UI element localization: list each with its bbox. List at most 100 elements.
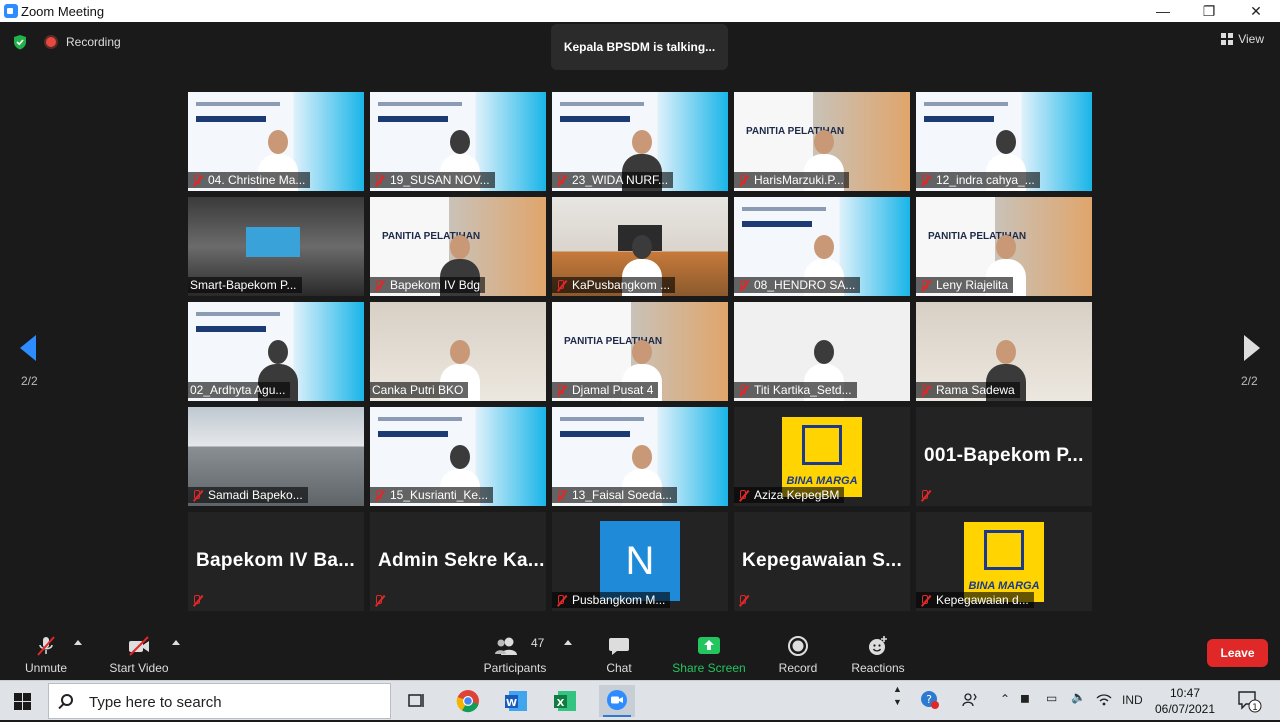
input-language[interactable]: IND <box>1122 693 1143 707</box>
show-hidden-icons-caret-icon[interactable]: ⌃ <box>1000 692 1010 706</box>
wifi-icon[interactable] <box>1096 693 1112 707</box>
participant-name-tag: Leny Riajelita <box>916 277 1014 293</box>
share-screen-label: Share Screen <box>672 661 746 675</box>
participant-tile[interactable]: 23_WIDA NURF... <box>552 92 728 191</box>
word-icon[interactable]: W <box>499 685 535 717</box>
task-view-icon[interactable] <box>398 685 434 717</box>
reactions-button[interactable]: Reactions <box>846 630 910 680</box>
participant-name: 08_HENDRO SA... <box>754 278 856 292</box>
participant-tile[interactable]: BINA MARGA Aziza KepegBM <box>734 407 910 506</box>
participant-name-tag: 19_SUSAN NOV... <box>370 172 495 188</box>
participant-tile[interactable]: N Pusbangkom M... <box>552 512 728 611</box>
video-options-caret-icon[interactable] <box>172 640 180 645</box>
close-icon[interactable]: ✕ <box>1233 0 1279 22</box>
chat-button[interactable]: Chat <box>594 630 644 680</box>
participant-tile[interactable]: Rama Sadewa <box>916 302 1092 401</box>
help-badge-icon[interactable]: ? <box>920 690 940 710</box>
meeting-controls-bar: Unmute Start Video 47 Participants Chat <box>0 630 1280 680</box>
participant-name: Bapekom IV Bdg <box>390 278 481 292</box>
participant-name-tag: HarisMarzuki.P... <box>734 172 849 188</box>
grid-view-icon <box>1221 33 1234 45</box>
participant-tile[interactable]: Canka Putri BKO <box>370 302 546 401</box>
participant-name: Kepegawaian d... <box>936 593 1029 607</box>
participant-name-tag: Pusbangkom M... <box>552 592 671 608</box>
muted-mic-icon <box>554 384 567 397</box>
previous-page-arrow-icon[interactable] <box>20 335 36 361</box>
participant-name-tag: 08_HENDRO SA... <box>734 277 861 293</box>
participant-tile[interactable]: KaPusbangkom ... <box>552 197 728 296</box>
participant-tile[interactable]: PANITIA PELATIHAN Djamal Pusat 4 <box>552 302 728 401</box>
action-center-icon[interactable]: 1 <box>1236 689 1262 713</box>
participant-tile[interactable]: Admin Sekre Ka... <box>370 512 546 611</box>
muted-mic-icon <box>190 594 203 607</box>
page-indicator-left: 2/2 <box>21 374 38 388</box>
participant-tile[interactable]: 12_indra cahya_... <box>916 92 1092 191</box>
participant-tile[interactable]: 13_Faisal Soeda... <box>552 407 728 506</box>
participant-tile[interactable]: 08_HENDRO SA... <box>734 197 910 296</box>
system-clock[interactable]: 10:47 06/07/2021 <box>1150 685 1220 717</box>
record-button[interactable]: Record <box>772 630 824 680</box>
participants-options-caret-icon[interactable] <box>564 640 572 645</box>
muted-mic-icon <box>918 594 931 607</box>
participant-tile[interactable]: BINA MARGA Kepegawaian d... <box>916 512 1092 611</box>
leave-meeting-button[interactable]: Leave <box>1207 639 1268 667</box>
bina-marga-text: BINA MARGA <box>786 475 858 487</box>
participant-display-name: Kepegawaian S... <box>742 550 903 571</box>
minimize-icon[interactable]: — <box>1140 0 1186 22</box>
tray-scroll-arrows-icon[interactable]: ▲ ▼ <box>893 683 902 709</box>
muted-mic-icon <box>918 279 931 292</box>
participant-tile[interactable]: PANITIA PELATIHAN Leny Riajelita <box>916 197 1092 296</box>
participant-tile[interactable]: PANITIA PELATIHAN HarisMarzuki.P... <box>734 92 910 191</box>
participants-count: 47 <box>531 636 545 650</box>
battery-icon[interactable]: ▭ <box>1046 691 1057 705</box>
windows-taskbar: Type here to search W X ▲ ▼ ? ⌃ ◼ ▭ 🔈 IND… <box>0 680 1280 720</box>
participant-name: Samadi Bapeko... <box>208 488 303 502</box>
participant-tile[interactable]: Bapekom IV Ba... <box>188 512 364 611</box>
participant-name: 19_SUSAN NOV... <box>390 173 490 187</box>
start-video-button[interactable]: Start Video <box>100 630 178 680</box>
participant-tile[interactable]: PANITIA PELATIHAN Bapekom IV Bdg <box>370 197 546 296</box>
meeting-area: Recording Kepala BPSDM is talking... Vie… <box>0 22 1280 630</box>
unmute-button[interactable]: Unmute <box>14 630 78 680</box>
record-label: Record <box>778 661 818 675</box>
participant-name: Titi Kartika_Setd... <box>754 383 852 397</box>
taskbar-search-box[interactable]: Type here to search <box>48 683 391 719</box>
excel-icon[interactable]: X <box>548 685 584 717</box>
recording-label[interactable]: Recording <box>66 35 121 49</box>
view-button[interactable]: View <box>1221 32 1264 46</box>
muted-mic-icon <box>736 174 749 187</box>
participant-tile[interactable]: Smart-Bapekom P... <box>188 197 364 296</box>
participant-tile[interactable]: Kepegawaian S... <box>734 512 910 611</box>
zoom-taskbar-icon[interactable] <box>599 685 635 717</box>
share-screen-button[interactable]: Share Screen <box>668 630 750 680</box>
participant-tile[interactable]: Titi Kartika_Setd... <box>734 302 910 401</box>
participant-name: 13_Faisal Soeda... <box>572 488 673 502</box>
participant-name-tag: KaPusbangkom ... <box>552 277 676 293</box>
participants-button[interactable]: 47 Participants <box>478 630 552 680</box>
participant-tile[interactable]: 02_Ardhyta Agu... <box>188 302 364 401</box>
participant-tile[interactable]: 04. Christine Ma... <box>188 92 364 191</box>
muted-mic-icon <box>372 489 385 502</box>
participant-display-name: Bapekom IV Ba... <box>196 550 355 571</box>
participant-name-tag: 12_indra cahya_... <box>916 172 1040 188</box>
windows-start-icon[interactable] <box>14 693 31 710</box>
participant-tile[interactable]: 15_Kusrianti_Ke... <box>370 407 546 506</box>
security-shield-icon[interactable] <box>12 34 28 50</box>
audio-options-caret-icon[interactable] <box>74 640 82 645</box>
muted-mic-icon <box>736 489 749 502</box>
participant-name: Pusbangkom M... <box>572 593 666 607</box>
participant-name: 04. Christine Ma... <box>208 173 306 187</box>
participant-tile[interactable]: 19_SUSAN NOV... <box>370 92 546 191</box>
participant-tile[interactable]: 001-Bapekom P... <box>916 407 1092 506</box>
participant-tile[interactable]: Samadi Bapeko... <box>188 407 364 506</box>
people-icon[interactable] <box>961 691 979 709</box>
restore-icon[interactable]: ❐ <box>1186 0 1232 22</box>
video-off-icon <box>129 636 149 656</box>
participant-name-tag: Smart-Bapekom P... <box>188 277 302 293</box>
muted-mic-icon <box>918 489 931 502</box>
volume-icon[interactable]: 🔈 <box>1071 690 1086 704</box>
reactions-label: Reactions <box>851 661 905 675</box>
chrome-icon[interactable] <box>450 685 486 717</box>
next-page-arrow-icon[interactable] <box>1244 335 1260 361</box>
notification-app-icon[interactable]: ◼ <box>1020 691 1030 705</box>
